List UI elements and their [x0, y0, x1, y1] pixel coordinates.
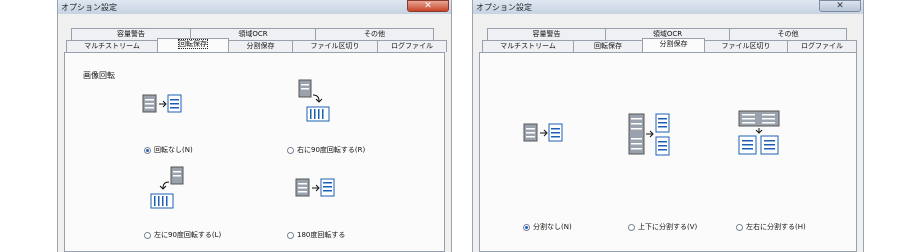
title-bar[interactable]: オプション設定 ✕: [58, 0, 451, 14]
title-bar[interactable]: オプション設定 ✕: [473, 0, 863, 14]
close-icon: ✕: [836, 1, 844, 11]
tab-rotation-save[interactable]: 回転保存: [573, 40, 643, 52]
close-button[interactable]: ✕: [819, 0, 861, 12]
tab-file-separator[interactable]: ファイル区切り: [704, 40, 788, 52]
radio-icon[interactable]: [736, 223, 743, 231]
option-rotate-right-90[interactable]: 右に90度回転する(R): [287, 145, 365, 155]
tab-panel: 画像回転 回転なし(N) 右に90度回転する(R) 左に90度回転する(L) 1…: [64, 52, 445, 252]
option-split-left-right[interactable]: 左右に分割する(H): [736, 222, 806, 232]
tab-multistream[interactable]: マルチストリーム: [66, 40, 158, 52]
option-label: 回転なし(N): [154, 146, 193, 154]
option-no-split[interactable]: 分割なし(N): [523, 222, 572, 232]
tab-label: マルチストリーム: [500, 42, 556, 50]
option-label: 左に90度回転する(L): [154, 231, 222, 239]
no-rotation-icon: [142, 94, 182, 113]
tab-label: 領域OCR: [238, 30, 268, 38]
rotate-left-icon: [150, 166, 184, 209]
dialog-title: オプション設定: [61, 3, 117, 12]
radio-icon[interactable]: [287, 146, 294, 154]
tab-label: 回転保存: [594, 42, 622, 50]
tab-other[interactable]: その他: [315, 28, 434, 40]
radio-icon[interactable]: [628, 223, 635, 231]
tab-label: ファイル区切り: [310, 42, 360, 50]
tab-label: その他: [777, 30, 799, 38]
split-left-right-icon: [738, 110, 780, 155]
radio-selected-icon[interactable]: [523, 223, 530, 231]
tab-split-save[interactable]: 分割保存: [228, 40, 293, 52]
radio-icon[interactable]: [144, 231, 151, 239]
close-icon: ✕: [424, 1, 432, 11]
options-dialog-rotation: オプション設定 ✕ 容量警告 領域OCR その他 マルチストリーム 回転保存 分…: [57, 0, 452, 252]
tab-label: 領域OCR: [652, 30, 683, 38]
tab-label: ログファイル: [801, 42, 843, 50]
no-split-icon: [523, 123, 563, 142]
tab-label: ファイル区切り: [721, 42, 771, 50]
tab-split-save[interactable]: 分割保存: [642, 38, 705, 52]
options-dialog-split: オプション設定 ✕ 容量警告 領域OCR その他 マルチストリーム 回転保存 分…: [472, 0, 864, 252]
radio-icon[interactable]: [287, 231, 294, 239]
tab-label: ログファイル: [391, 42, 433, 50]
tab-label: 容量警告: [117, 30, 145, 38]
tab-label: 容量警告: [532, 30, 561, 38]
tab-label: 分割保存: [246, 42, 275, 50]
tab-multistream[interactable]: マルチストリーム: [482, 40, 574, 52]
tab-capacity-warning[interactable]: 容量警告: [487, 28, 606, 40]
section-label: 画像回転: [83, 71, 115, 80]
radio-selected-icon[interactable]: [144, 146, 151, 154]
option-label: 分割なし(N): [533, 223, 572, 231]
option-no-rotation[interactable]: 回転なし(N): [144, 145, 193, 155]
option-rotate-left-90[interactable]: 左に90度回転する(L): [144, 230, 221, 240]
tab-log-file[interactable]: ログファイル: [377, 40, 447, 52]
tab-file-separator[interactable]: ファイル区切り: [292, 40, 378, 52]
split-top-bottom-icon: [628, 113, 670, 156]
option-label: 右に90度回転する(R): [297, 146, 366, 154]
option-label: 上下に分割する(V): [638, 223, 698, 231]
option-label: 180度回転する: [297, 231, 346, 239]
option-label: 左右に分割する(H): [746, 223, 806, 231]
tab-label: 回転保存: [178, 39, 208, 49]
tab-label: その他: [364, 30, 385, 38]
tab-other[interactable]: その他: [729, 28, 847, 40]
rotate-right-icon: [298, 79, 330, 122]
tab-panel: 分割なし(N) 上下に分割する(V) 左右に分割する(H): [479, 52, 857, 252]
tab-label: 分割保存: [659, 40, 688, 48]
option-split-top-bottom[interactable]: 上下に分割する(V): [628, 222, 697, 232]
close-button[interactable]: ✕: [407, 0, 449, 12]
tab-label: マルチストリーム: [84, 42, 140, 50]
tab-log-file[interactable]: ログファイル: [787, 40, 857, 52]
option-rotate-180[interactable]: 180度回転する: [287, 230, 345, 240]
rotate-180-icon: [295, 178, 335, 197]
dialog-title: オプション設定: [476, 3, 532, 12]
tab-rotation-save[interactable]: 回転保存: [157, 38, 229, 52]
